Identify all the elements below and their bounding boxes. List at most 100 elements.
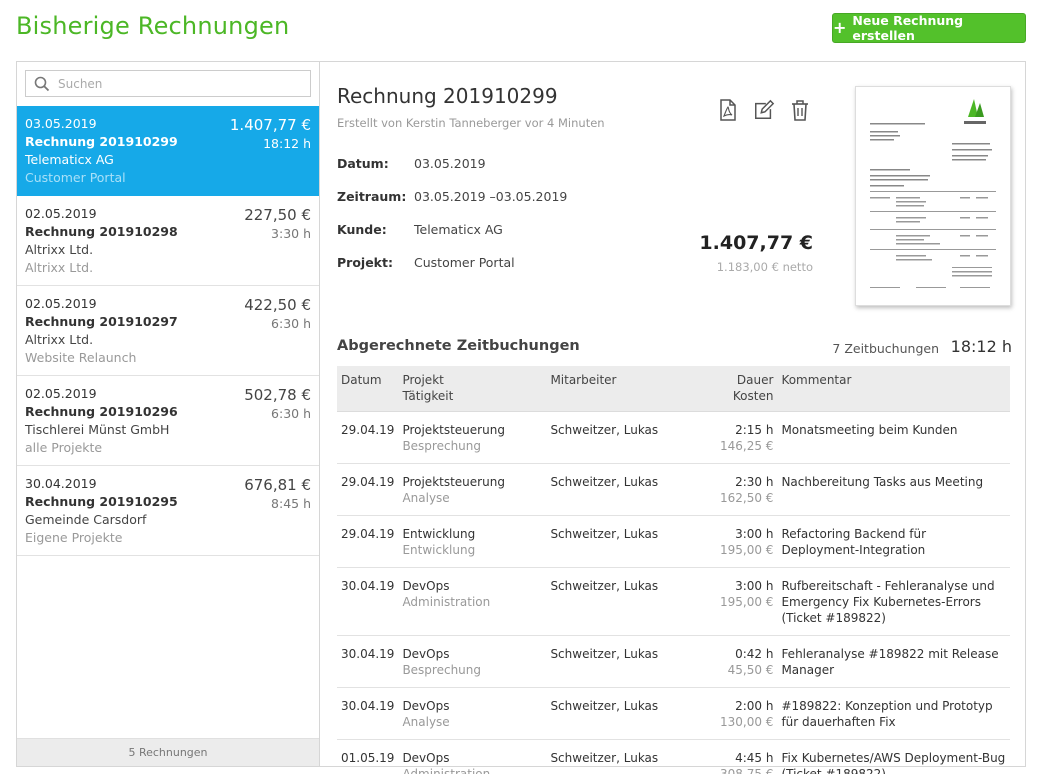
cell-project: DevOps Besprechung	[398, 635, 547, 688]
cell-project: DevOps Administration	[398, 739, 547, 774]
table-row[interactable]: 30.04.19 DevOps Analyse Schweitzer, Lukas 2:…	[337, 687, 1010, 740]
invoice-customer: Telematicx AG	[25, 152, 114, 167]
cell-cost: 45,50 €	[727, 663, 774, 677]
cell-project: Projektsteuerung Besprechung	[398, 411, 547, 464]
invoice-hours: 6:30 h	[271, 406, 311, 421]
cell-project: Entwicklung Entwicklung	[398, 515, 547, 568]
invoice-customer: Gemeinde Carsdorf	[25, 512, 147, 527]
time-entries-table: Datum Projekt Tätigkeit Mitarbeiter Daue…	[337, 366, 1010, 774]
cell-activity: Administration	[402, 595, 491, 609]
table-row[interactable]: 01.05.19 DevOps Administration Schweitzer, …	[337, 739, 1010, 774]
cell-duration: 2:00 h 130,00 €	[681, 687, 778, 740]
cell-comment: Fehleranalyse #189822 mit Release Manage…	[777, 635, 1010, 688]
cell-activity: Administration	[402, 767, 491, 774]
column-header-employee[interactable]: Mitarbeiter	[546, 366, 682, 412]
invoice-list-item[interactable]: 02.05.2019 Rechnung 201910296 Tischlerei M…	[17, 376, 319, 466]
cell-activity: Entwicklung	[402, 543, 476, 557]
cell-duration-value: 3:00 h	[735, 527, 774, 541]
invoice-list: 03.05.2019 Rechnung 201910299 Telematicx A…	[17, 106, 319, 556]
column-header-project[interactable]: Projekt Tätigkeit	[398, 366, 547, 412]
cell-cost: 308,75 €	[720, 767, 774, 774]
search-input[interactable]	[58, 76, 298, 91]
column-header-duration[interactable]: Dauer Kosten	[681, 366, 778, 412]
search-icon	[34, 76, 50, 91]
page-title: Bisherige Rechnungen	[16, 12, 290, 40]
cell-duration-value: 2:15 h	[735, 423, 774, 437]
cell-duration: 3:00 h 195,00 €	[681, 567, 778, 636]
invoice-count: 5 Rechnungen	[17, 738, 319, 766]
cell-project-name: DevOps	[402, 647, 450, 661]
logo-icon	[964, 99, 986, 124]
column-header-activity-label: Tätigkeit	[402, 389, 454, 403]
table-row[interactable]: 30.04.19 DevOps Besprechung Schweitzer, Luk…	[337, 635, 1010, 688]
edit-icon[interactable]	[753, 98, 775, 122]
new-invoice-button-label: Neue Rechnung erstellen	[852, 13, 964, 43]
cell-employee: Schweitzer, Lukas	[546, 463, 682, 516]
invoice-number: Rechnung 201910298	[25, 224, 178, 239]
invoice-number: Rechnung 201910297	[25, 314, 178, 329]
invoice-list-item[interactable]: 02.05.2019 Rechnung 201910297 Altrixx Ltd.…	[17, 286, 319, 376]
cell-comment: #189822: Konzeption und Prototyp für dau…	[777, 687, 1010, 740]
table-header-row: Datum Projekt Tätigkeit Mitarbeiter Daue…	[337, 366, 1010, 412]
invoice-list-item[interactable]: 30.04.2019 Rechnung 201910295 Gemeinde Car…	[17, 466, 319, 556]
meta-label: Projekt:	[337, 255, 393, 270]
cell-comment: Fix Kubernetes/AWS Deployment-Bug (Ticke…	[777, 739, 1010, 774]
cell-comment: Refactoring Backend für Deployment-Integ…	[777, 515, 1010, 568]
cell-date: 29.04.19	[337, 515, 399, 568]
table-row[interactable]: 29.04.19 Projektsteuerung Besprechung Schwe…	[337, 411, 1010, 464]
meta-value: 03.05.2019	[414, 156, 486, 171]
table-row[interactable]: 29.04.19 Projektsteuerung Analyse Schweitze…	[337, 463, 1010, 516]
invoice-customer: Altrixx Ltd.	[25, 332, 94, 347]
cell-employee: Schweitzer, Lukas	[546, 687, 682, 740]
column-header-date[interactable]: Datum	[337, 366, 399, 412]
plus-icon: +	[833, 18, 847, 37]
invoice-hours: 8:45 h	[271, 496, 311, 511]
cell-duration-value: 2:00 h	[735, 699, 774, 713]
invoice-amount: 502,78 €	[244, 386, 311, 404]
cell-project-name: DevOps	[402, 699, 450, 713]
invoice-amount: 227,50 €	[244, 206, 311, 224]
invoice-preview-thumbnail[interactable]	[855, 86, 1011, 306]
meta-row: Zeitraum: 03.05.2019 –03.05.2019	[337, 189, 567, 222]
invoice-project: Eigene Projekte	[25, 530, 123, 545]
cell-date: 01.05.19	[337, 739, 399, 774]
cell-comment: Rufbereitschaft - Fehleranalyse und Emer…	[777, 567, 1010, 636]
pdf-icon[interactable]	[717, 98, 739, 122]
invoice-sidebar: 03.05.2019Rechnung 201910299Telematicx A…	[17, 62, 320, 766]
column-header-cost-label: Kosten	[732, 389, 774, 403]
meta-label: Zeitraum:	[337, 189, 407, 204]
new-invoice-button[interactable]: + Neue Rechnung erstellen	[832, 13, 1026, 43]
cell-project-name: Projektsteuerung	[402, 475, 505, 489]
invoice-total: 1.407,77 €	[699, 232, 813, 254]
cell-employee: Schweitzer, Lukas	[546, 739, 682, 774]
invoice-project: alle Projekte	[25, 440, 103, 455]
invoice-hours: 6:30 h	[271, 316, 311, 331]
meta-value: Telematicx AG	[414, 222, 503, 237]
meta-label: Datum:	[337, 156, 389, 171]
cell-duration: 4:45 h 308,75 €	[681, 739, 778, 774]
invoice-list-item[interactable]: 03.05.2019 Rechnung 201910299 Telematicx A…	[17, 106, 319, 196]
trash-icon[interactable]	[789, 98, 811, 122]
cell-activity: Analyse	[402, 715, 450, 729]
invoice-amount: 676,81 €	[244, 476, 311, 494]
meta-row: Datum: 03.05.2019	[337, 156, 567, 189]
invoice-number: Rechnung 201910295	[25, 494, 178, 509]
meta-label: Kunde:	[337, 222, 387, 237]
cell-activity: Analyse	[402, 491, 450, 505]
cell-duration: 2:15 h 146,25 €	[681, 411, 778, 464]
invoice-netto: 1.183,00 € netto	[716, 260, 813, 274]
cell-activity: Besprechung	[402, 439, 482, 453]
table-row[interactable]: 29.04.19 Entwicklung Entwicklung Schweitzer…	[337, 515, 1010, 568]
cell-cost: 162,50 €	[720, 491, 774, 505]
invoice-list-item[interactable]: 02.05.2019 Rechnung 201910298 Altrixx Ltd.…	[17, 196, 319, 286]
invoice-amount: 422,50 €	[244, 296, 311, 314]
column-header-comment[interactable]: Kommentar	[777, 366, 1010, 412]
meta-row: Kunde: Telematicx AG	[337, 222, 567, 255]
invoice-title: Rechnung 201910299	[337, 84, 558, 108]
cell-cost: 130,00 €	[720, 715, 774, 729]
cell-duration-value: 4:45 h	[735, 751, 774, 765]
cell-employee: Schweitzer, Lukas	[546, 567, 682, 636]
cell-date: 29.04.19	[337, 411, 399, 464]
cell-project: DevOps Analyse	[398, 687, 547, 740]
table-row[interactable]: 30.04.19 DevOps Administration Schweitzer, …	[337, 567, 1010, 636]
